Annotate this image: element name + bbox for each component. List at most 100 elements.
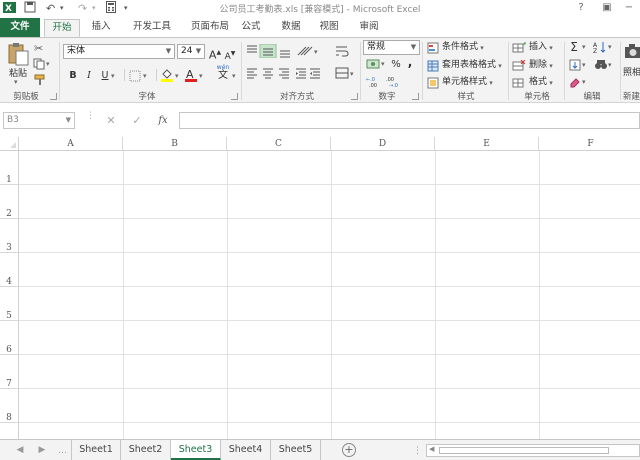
merge-dropdown-icon[interactable]: ▾ bbox=[350, 70, 354, 78]
phonetic-dropdown-icon[interactable]: ▾ bbox=[232, 72, 236, 80]
horizontal-scrollbar[interactable]: ◀ bbox=[426, 444, 640, 457]
sheet-tab[interactable]: Sheet1 bbox=[71, 440, 121, 460]
cut-icon[interactable]: ✂ bbox=[34, 42, 43, 55]
font-launcher-icon[interactable] bbox=[231, 93, 238, 100]
column-header[interactable]: B bbox=[123, 137, 227, 151]
select-all-button[interactable] bbox=[0, 137, 19, 151]
sort-dropdown-icon[interactable]: ▾ bbox=[608, 43, 612, 51]
minimize-button[interactable]: − bbox=[618, 0, 640, 16]
fill-dropdown-icon[interactable]: ▾ bbox=[582, 61, 586, 69]
row-header[interactable]: 3 bbox=[0, 219, 19, 253]
cell-styles-button[interactable]: 单元格样式 ▾ bbox=[427, 75, 493, 90]
phonetic-button[interactable]: wén 文 bbox=[215, 64, 231, 81]
scrollbar-thumb[interactable] bbox=[439, 447, 609, 454]
sheet-tab[interactable]: Sheet4 bbox=[221, 440, 271, 460]
find-dropdown-icon[interactable]: ▾ bbox=[608, 61, 612, 69]
sheet-tab[interactable]: Sheet5 bbox=[271, 440, 321, 460]
row-header[interactable]: 2 bbox=[0, 185, 19, 219]
cancel-entry-button[interactable]: ✕ bbox=[103, 113, 119, 128]
fill-icon[interactable] bbox=[569, 59, 581, 74]
format-as-table-button[interactable]: 套用表格格式 ▾ bbox=[427, 58, 502, 73]
next-sheet-icon[interactable]: ▶ bbox=[36, 443, 48, 457]
row-header-partial[interactable] bbox=[0, 423, 19, 439]
format-painter-icon[interactable] bbox=[34, 74, 46, 89]
insert-cells-button[interactable]: 插入 ▾ bbox=[512, 40, 553, 55]
row-header[interactable]: 6 bbox=[0, 321, 19, 355]
row-header[interactable]: 1 bbox=[0, 151, 19, 185]
column-header[interactable]: E bbox=[435, 137, 539, 151]
ribbon-display-icon[interactable]: ▣ bbox=[596, 0, 618, 16]
comma-button[interactable]: , bbox=[405, 55, 415, 70]
scroll-left-icon[interactable]: ◀ bbox=[429, 445, 434, 453]
font-color-icon[interactable]: A bbox=[184, 68, 198, 85]
clipboard-icon[interactable] bbox=[6, 42, 30, 66]
shrink-font-button[interactable]: A▼ bbox=[223, 46, 237, 62]
font-name-combo[interactable]: 宋体 ▼ bbox=[63, 44, 175, 59]
wrap-text-icon[interactable] bbox=[335, 44, 349, 61]
more-sheets-icon[interactable]: … bbox=[58, 446, 67, 456]
tab-review[interactable]: 审阅 bbox=[354, 19, 384, 37]
row-header[interactable]: 4 bbox=[0, 253, 19, 287]
tab-developer[interactable]: 开发工具 bbox=[124, 19, 180, 37]
tab-page-layout[interactable]: 页面布局 bbox=[182, 19, 238, 37]
autosum-button[interactable]: Σ bbox=[567, 40, 581, 55]
italic-button[interactable]: I bbox=[82, 68, 96, 83]
clipboard-launcher-icon[interactable] bbox=[50, 93, 57, 100]
clear-icon[interactable] bbox=[569, 76, 581, 91]
underline-dropdown-icon[interactable]: ▾ bbox=[111, 72, 115, 80]
border-dropdown-icon[interactable]: ▾ bbox=[143, 72, 147, 80]
chevron-down-icon[interactable]: ▼ bbox=[409, 41, 418, 54]
merge-center-icon[interactable] bbox=[335, 67, 349, 82]
column-header[interactable]: A bbox=[19, 137, 123, 151]
autosum-dropdown-icon[interactable]: ▾ bbox=[582, 43, 586, 51]
bold-button[interactable]: B bbox=[66, 68, 80, 83]
copy-dropdown-icon[interactable]: ▾ bbox=[46, 60, 50, 68]
prev-sheet-icon[interactable]: ◀ bbox=[14, 443, 26, 457]
delete-cells-button[interactable]: 删除 ▾ bbox=[512, 58, 553, 73]
font-size-combo[interactable]: 24 ▼ bbox=[177, 44, 205, 59]
tab-view[interactable]: 视图 bbox=[314, 19, 344, 37]
conditional-formatting-button[interactable]: 条件格式 ▾ bbox=[427, 40, 484, 55]
underline-button[interactable]: U bbox=[98, 68, 112, 83]
tab-insert[interactable]: 插入 bbox=[84, 19, 118, 37]
column-header[interactable]: D bbox=[331, 137, 435, 151]
paste-button[interactable]: 粘贴 bbox=[4, 66, 32, 79]
row-header[interactable]: 5 bbox=[0, 287, 19, 321]
tab-home[interactable]: 开始 bbox=[44, 19, 80, 37]
currency-dropdown-icon[interactable]: ▾ bbox=[381, 60, 385, 68]
find-select-icon[interactable] bbox=[594, 58, 608, 74]
chevron-down-icon[interactable]: ▼ bbox=[66, 113, 71, 128]
percent-button[interactable]: % bbox=[389, 57, 403, 72]
column-header[interactable]: F bbox=[539, 137, 640, 151]
sheet-tab-active[interactable]: Sheet3 bbox=[171, 440, 221, 460]
formula-input[interactable] bbox=[179, 112, 640, 129]
fill-color-icon[interactable] bbox=[160, 68, 174, 85]
new-sheet-button[interactable]: + bbox=[342, 443, 356, 457]
splitter-icon[interactable]: ⋮ bbox=[413, 446, 422, 456]
paste-dropdown-icon[interactable]: ▾ bbox=[14, 78, 18, 86]
drag-handle-icon[interactable]: ⋮ bbox=[86, 112, 95, 126]
tab-formulas[interactable]: 公式 bbox=[236, 19, 266, 37]
insert-function-button[interactable]: fx bbox=[155, 113, 171, 128]
copy-icon[interactable] bbox=[33, 58, 45, 73]
worksheet-grid[interactable]: A B C D E F 1 2 3 4 5 6 7 8 bbox=[0, 137, 640, 439]
tab-file[interactable]: 文件 bbox=[0, 18, 40, 37]
border-icon[interactable] bbox=[129, 70, 141, 85]
font-color-dropdown-icon[interactable]: ▾ bbox=[199, 72, 203, 80]
help-button[interactable]: ? bbox=[570, 0, 592, 16]
currency-icon[interactable] bbox=[366, 58, 380, 73]
format-cells-button[interactable]: 格式 ▾ bbox=[512, 75, 553, 90]
chevron-down-icon[interactable]: ▼ bbox=[164, 45, 173, 58]
chevron-down-icon[interactable]: ▼ bbox=[194, 45, 203, 58]
sheet-tab[interactable]: Sheet2 bbox=[121, 440, 171, 460]
clear-dropdown-icon[interactable]: ▾ bbox=[582, 78, 586, 86]
fill-color-dropdown-icon[interactable]: ▾ bbox=[175, 72, 179, 80]
number-format-combo[interactable]: 常规 ▼ bbox=[363, 40, 420, 55]
grow-font-button[interactable]: A▲ bbox=[208, 45, 222, 62]
increase-decimal-icon[interactable]: ←.0.00 bbox=[366, 75, 382, 90]
tab-data[interactable]: 数据 bbox=[276, 19, 306, 37]
row-header[interactable]: 7 bbox=[0, 355, 19, 389]
alignment-launcher-icon[interactable] bbox=[351, 93, 358, 100]
name-box[interactable]: B3 ▼ bbox=[3, 112, 75, 129]
decrease-decimal-icon[interactable]: .00 →.0 bbox=[386, 75, 402, 90]
